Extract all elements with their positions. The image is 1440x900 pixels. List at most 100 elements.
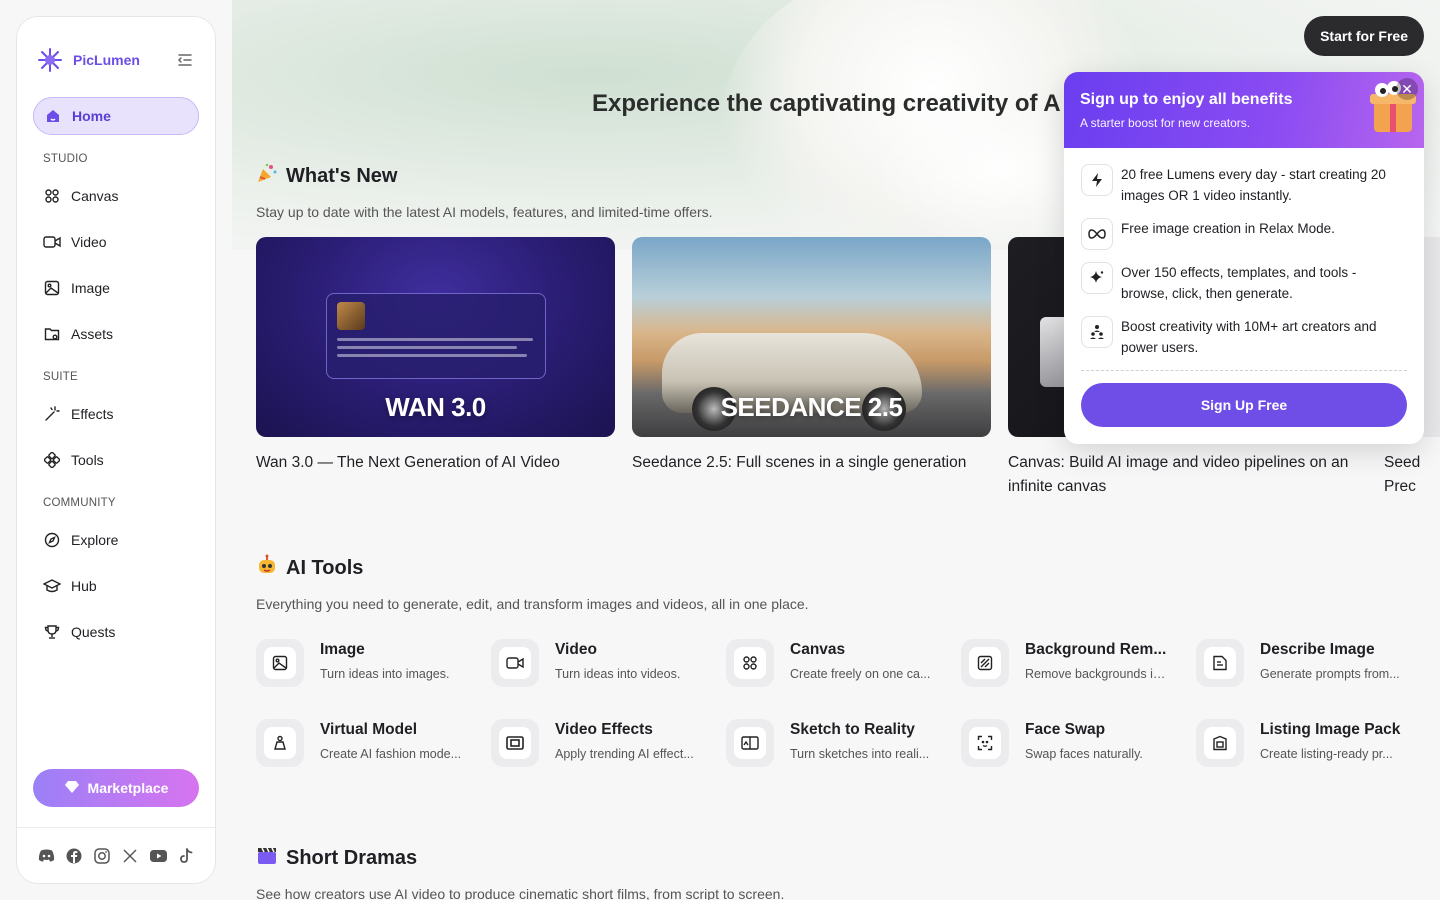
marketplace-button[interactable]: Marketplace (33, 769, 199, 807)
news-card-title: Wan 3.0 — The Next Generation of AI Vide… (256, 454, 560, 471)
graduation-cap-icon (43, 577, 61, 595)
tool-desc: Turn sketches into reali... (790, 747, 930, 761)
prompt-panel-preview (326, 293, 546, 379)
tool-video[interactable]: Video Turn ideas into videos. (491, 639, 726, 687)
ai-tools-section: AI Tools Everything you need to generate… (256, 554, 1440, 767)
tool-face-swap[interactable]: Face Swap Swap faces naturally. (961, 719, 1196, 767)
news-card-image: SEEDANCE 2.5 (632, 237, 991, 437)
piclumen-logo-icon[interactable] (37, 47, 63, 73)
youtube-icon[interactable] (149, 847, 167, 865)
sidebar-item-effects[interactable]: Effects (33, 395, 199, 433)
brand: PicLumen (17, 17, 215, 81)
hero-title: Experience the captivating creativity of… (592, 90, 1061, 117)
section-label-studio: STUDIO (43, 153, 88, 165)
collapse-sidebar-icon[interactable] (175, 50, 195, 70)
tiktok-icon[interactable] (177, 847, 195, 865)
tool-desc: Generate prompts from... (1260, 667, 1400, 681)
tool-desc: Swap faces naturally. (1025, 747, 1143, 761)
brand-name[interactable]: PicLumen (73, 52, 175, 68)
compass-icon (43, 531, 61, 549)
benefit-item: 20 free Lumens every day - start creatin… (1081, 164, 1407, 206)
face-swap-icon (969, 727, 1001, 759)
tool-sketch-to-reality[interactable]: Sketch to Reality Turn sketches into real… (726, 719, 961, 767)
tool-desc: Remove backgrounds in... (1025, 667, 1170, 681)
describe-image-icon (1204, 647, 1236, 679)
news-card-image-label: SEEDANCE 2.5 (720, 392, 903, 422)
sidebar-item-home[interactable]: Home (33, 97, 199, 135)
popup-title: Sign up to enjoy all benefits (1080, 91, 1293, 108)
sidebar-item-explore[interactable]: Explore (33, 521, 199, 559)
x-twitter-icon[interactable] (121, 847, 139, 865)
tool-listing-image-pack[interactable]: Listing Image Pack Create listing-ready p… (1196, 719, 1431, 767)
tool-canvas[interactable]: Canvas Create freely on one ca... (726, 639, 961, 687)
sidebar-item-quests[interactable]: Quests (33, 613, 199, 651)
sidebar: PicLumen Home STUDIO Canvas Video Image … (16, 16, 216, 884)
sign-up-free-button[interactable]: Sign Up Free (1081, 383, 1407, 427)
tool-video-effects[interactable]: Video Effects Apply trending AI effect... (491, 719, 726, 767)
sidebar-item-hub[interactable]: Hub (33, 567, 199, 605)
social-links (17, 827, 215, 883)
sidebar-item-label: Quests (71, 624, 116, 640)
community-icon (1081, 316, 1113, 348)
magic-wand-icon (43, 405, 61, 423)
short-dramas-subtitle: See how creators use AI video to produce… (256, 886, 785, 900)
image-icon (264, 647, 296, 679)
benefit-item: Free image creation in Relax Mode. (1081, 218, 1407, 250)
section-label-community: COMMUNITY (43, 497, 116, 509)
sidebar-item-label: Canvas (71, 188, 119, 204)
tool-name: Background Rem... (1025, 641, 1167, 658)
instagram-icon[interactable] (93, 847, 111, 865)
facebook-icon[interactable] (65, 847, 83, 865)
tool-name: Image (320, 641, 365, 658)
news-card-image-label: WAN 3.0 (385, 392, 486, 422)
tool-name: Listing Image Pack (1260, 721, 1401, 738)
news-card-seedance[interactable]: SEEDANCE 2.5 Seedance 2.5: Full scenes i… (632, 237, 991, 499)
section-label-suite: SUITE (43, 371, 78, 383)
discord-icon[interactable] (37, 847, 55, 865)
sidebar-item-label: Effects (71, 406, 114, 422)
listing-pack-icon (1204, 727, 1236, 759)
sidebar-item-video[interactable]: Video (33, 223, 199, 261)
short-dramas-title: Short Dramas (256, 844, 784, 872)
party-icon (256, 162, 278, 190)
benefit-item: Over 150 effects, templates, and tools -… (1081, 262, 1407, 304)
news-card-title: Canvas: Build AI image and video pipelin… (1008, 454, 1349, 495)
sidebar-item-assets[interactable]: Assets (33, 315, 199, 353)
sidebar-item-label: Video (71, 234, 107, 250)
sidebar-item-label: Tools (71, 452, 104, 468)
sidebar-item-label: Hub (71, 578, 97, 594)
tool-name: Face Swap (1025, 721, 1106, 738)
clapperboard-icon (256, 844, 278, 872)
tool-describe-image[interactable]: Describe Image Generate prompts from... (1196, 639, 1431, 687)
news-card-wan[interactable]: WAN 3.0 Wan 3.0 — The Next Generation of… (256, 237, 615, 499)
tool-desc: Apply trending AI effect... (555, 747, 694, 761)
sidebar-item-canvas[interactable]: Canvas (33, 177, 199, 215)
signup-benefits-popup: Sign up to enjoy all benefits A starter … (1064, 72, 1424, 444)
video-effects-icon (499, 727, 531, 759)
tool-desc: Create freely on one ca... (790, 667, 931, 681)
tools-icon (43, 451, 61, 469)
canvas-icon (734, 647, 766, 679)
sparkle-icon (1081, 262, 1113, 294)
marketplace-label: Marketplace (87, 780, 169, 796)
start-for-free-button[interactable]: Start for Free (1304, 16, 1424, 56)
close-icon: ✕ (1401, 80, 1413, 97)
sidebar-item-image[interactable]: Image (33, 269, 199, 307)
ai-tools-subtitle: Everything you need to generate, edit, a… (256, 596, 809, 612)
sidebar-item-tools[interactable]: Tools (33, 441, 199, 479)
background-remove-icon (969, 647, 1001, 679)
video-icon (43, 233, 61, 251)
infinity-icon (1081, 218, 1113, 250)
tool-background-remover[interactable]: Background Rem... Remove backgrounds in..… (961, 639, 1196, 687)
tool-name: Describe Image (1260, 641, 1375, 658)
tool-image[interactable]: Image Turn ideas into images. (256, 639, 491, 687)
video-icon (499, 647, 531, 679)
tool-desc: Create listing-ready pr... (1260, 747, 1393, 761)
tool-virtual-model[interactable]: Virtual Model Create AI fashion mode... (256, 719, 491, 767)
sidebar-item-label: Assets (71, 326, 114, 342)
sidebar-item-label: Home (72, 108, 111, 124)
close-popup-button[interactable]: ✕ (1396, 78, 1418, 100)
tool-desc: Turn ideas into images. (320, 667, 450, 681)
virtual-model-icon (264, 727, 296, 759)
home-icon (44, 107, 62, 125)
